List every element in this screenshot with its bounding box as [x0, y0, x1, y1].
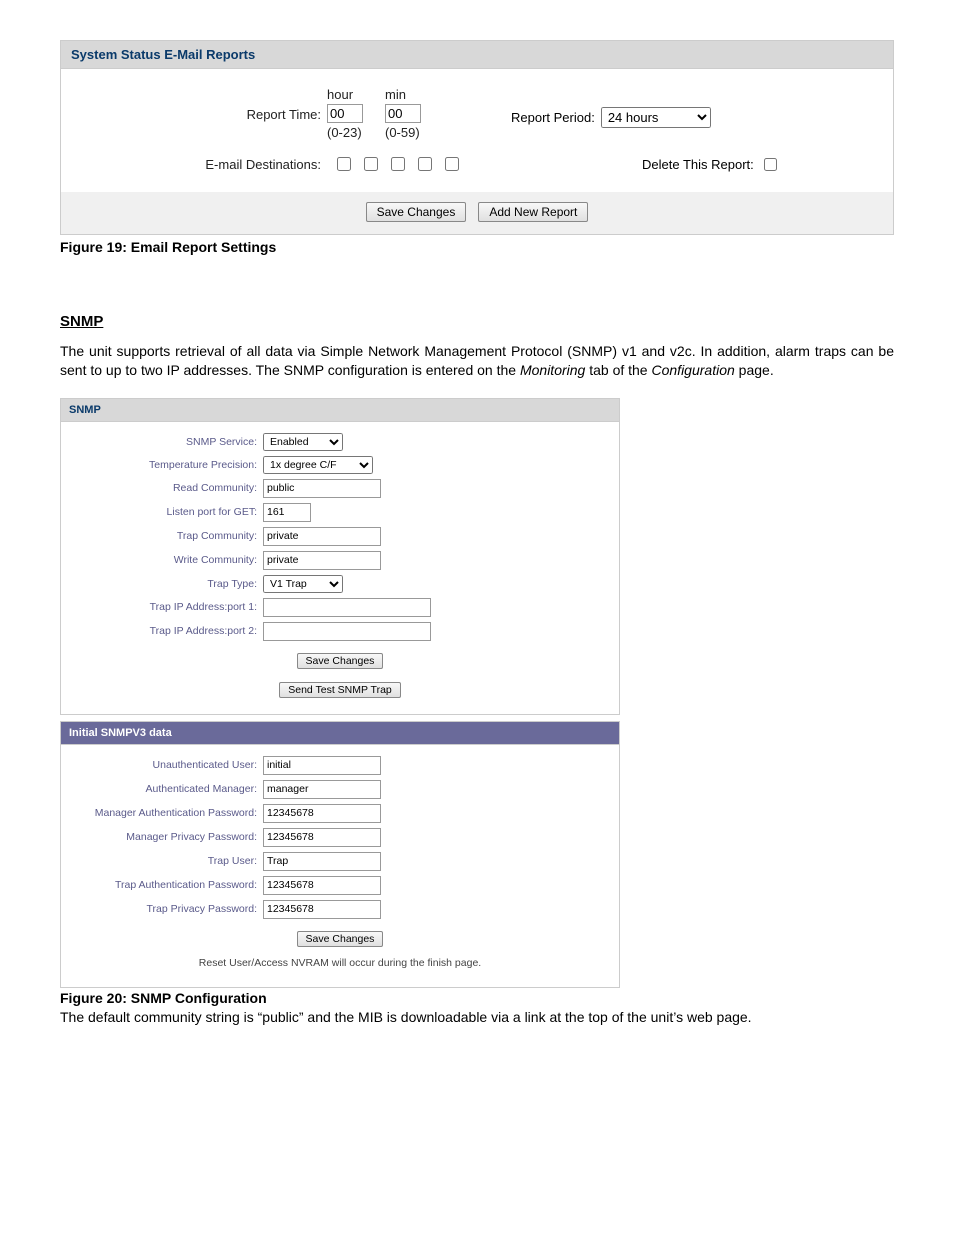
- email-dest-check-1[interactable]: [337, 157, 351, 171]
- snmp-service-select[interactable]: Enabled: [263, 433, 343, 451]
- trap-type-select[interactable]: V1 Trap: [263, 575, 343, 593]
- trap-ip1-input[interactable]: [263, 598, 431, 617]
- auth-manager-input[interactable]: [263, 780, 381, 799]
- delete-report-check[interactable]: [764, 158, 777, 171]
- auth-manager-label: Authenticated Manager:: [71, 783, 263, 795]
- trap-user-input[interactable]: [263, 852, 381, 871]
- trap-priv-pwd-label: Trap Privacy Password:: [71, 903, 263, 915]
- manager-priv-pwd-input[interactable]: [263, 828, 381, 847]
- snmpv3-panel: Initial SNMPV3 data Unauthenticated User…: [60, 721, 620, 988]
- trap-auth-pwd-label: Trap Authentication Password:: [71, 879, 263, 891]
- email-reports-panel: System Status E-Mail Reports Report Time…: [60, 40, 894, 235]
- temp-precision-label: Temperature Precision:: [71, 459, 263, 471]
- listen-port-label: Listen port for GET:: [71, 506, 263, 518]
- write-community-label: Write Community:: [71, 554, 263, 566]
- hour-input[interactable]: [327, 104, 363, 123]
- report-period-select[interactable]: 24 hours: [601, 107, 711, 128]
- add-new-report-button[interactable]: Add New Report: [478, 202, 588, 222]
- trap-ip1-label: Trap IP Address:port 1:: [71, 601, 263, 613]
- email-destinations-label: E-mail Destinations:: [81, 157, 333, 172]
- snmp-heading: SNMP: [60, 313, 894, 330]
- trap-ip2-label: Trap IP Address:port 2:: [71, 625, 263, 637]
- trap-type-label: Trap Type:: [71, 578, 263, 590]
- unauth-user-input[interactable]: [263, 756, 381, 775]
- min-footer: (0-59): [385, 125, 420, 140]
- temp-precision-select[interactable]: 1x degree C/F: [263, 456, 373, 474]
- snmp-panel-title: SNMP: [61, 399, 619, 422]
- email-dest-check-4[interactable]: [418, 157, 432, 171]
- snmpv3-note: Reset User/Access NVRAM will occur durin…: [71, 953, 609, 977]
- trap-priv-pwd-input[interactable]: [263, 900, 381, 919]
- email-dest-check-3[interactable]: [391, 157, 405, 171]
- manager-auth-pwd-input[interactable]: [263, 804, 381, 823]
- snmpv3-save-changes-button[interactable]: Save Changes: [297, 931, 384, 947]
- report-time-label: Report Time:: [81, 87, 327, 122]
- delete-report-label: Delete This Report:: [642, 157, 754, 172]
- unauth-user-label: Unauthenticated User:: [71, 759, 263, 771]
- hour-footer: (0-23): [327, 125, 362, 140]
- listen-port-input[interactable]: [263, 503, 311, 522]
- trap-user-label: Trap User:: [71, 855, 263, 867]
- send-test-snmp-trap-button[interactable]: Send Test SNMP Trap: [279, 682, 401, 698]
- read-community-label: Read Community:: [71, 482, 263, 494]
- manager-priv-pwd-label: Manager Privacy Password:: [71, 831, 263, 843]
- write-community-input[interactable]: [263, 551, 381, 570]
- manager-auth-pwd-label: Manager Authentication Password:: [71, 807, 263, 819]
- trap-auth-pwd-input[interactable]: [263, 876, 381, 895]
- snmpv3-panel-title: Initial SNMPV3 data: [61, 722, 619, 745]
- snmp-intro-paragraph: The unit supports retrieval of all data …: [60, 342, 894, 380]
- snmp-panel: SNMP SNMP Service: Enabled Temperature P…: [60, 398, 620, 715]
- save-changes-button[interactable]: Save Changes: [366, 202, 467, 222]
- email-destinations-checkboxes: [333, 154, 462, 174]
- trap-community-input[interactable]: [263, 527, 381, 546]
- snmp-save-changes-button[interactable]: Save Changes: [297, 653, 384, 669]
- trap-ip2-input[interactable]: [263, 622, 431, 641]
- min-input[interactable]: [385, 104, 421, 123]
- email-reports-title: System Status E-Mail Reports: [61, 41, 893, 69]
- figure-20-caption: Figure 20: SNMP Configuration: [60, 990, 894, 1006]
- trap-community-label: Trap Community:: [71, 530, 263, 542]
- read-community-input[interactable]: [263, 479, 381, 498]
- report-period-label: Report Period:: [511, 110, 595, 125]
- email-dest-check-5[interactable]: [445, 157, 459, 171]
- email-dest-check-2[interactable]: [364, 157, 378, 171]
- hour-header: hour: [327, 87, 353, 102]
- closing-paragraph: The default community string is “public”…: [60, 1008, 894, 1027]
- min-header: min: [385, 87, 406, 102]
- snmp-service-label: SNMP Service:: [71, 436, 263, 448]
- figure-19-caption: Figure 19: Email Report Settings: [60, 239, 894, 255]
